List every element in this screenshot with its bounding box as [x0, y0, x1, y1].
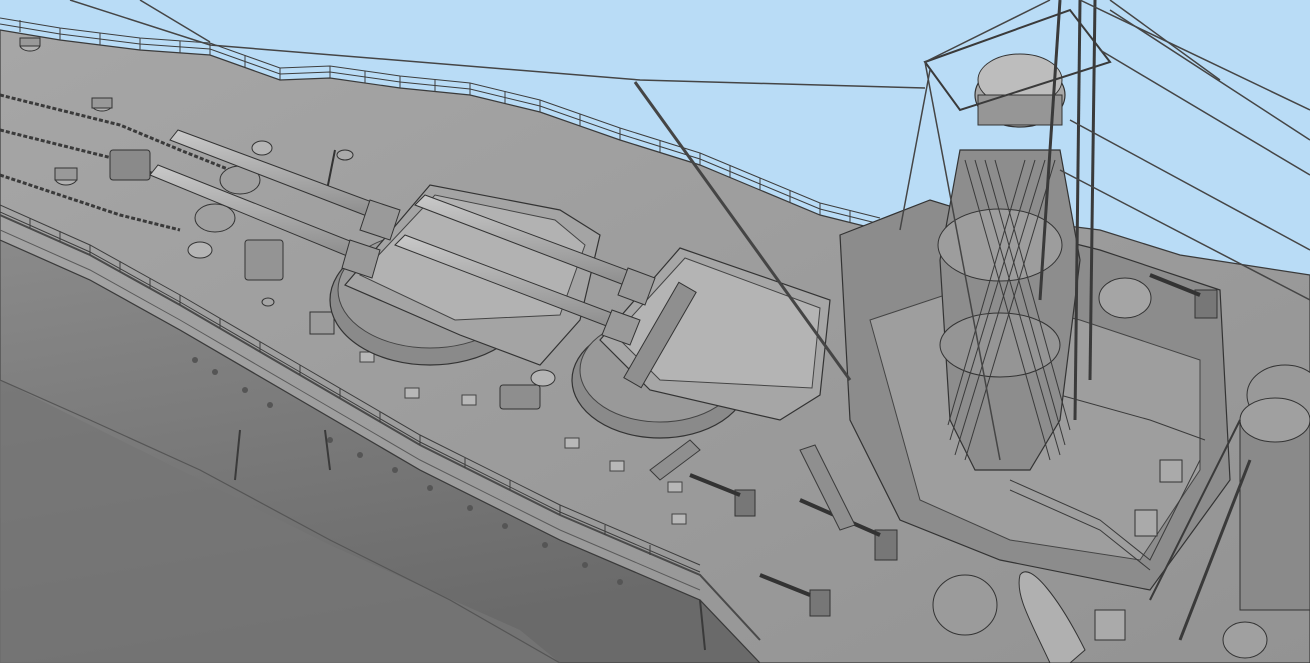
searchlight-1 — [1098, 277, 1152, 319]
ship-render — [0, 0, 1310, 663]
locker-2 — [1159, 459, 1183, 483]
deck-vent — [530, 369, 556, 387]
funnel — [1239, 419, 1310, 611]
locker-1 — [1094, 609, 1126, 641]
funnel-top — [1239, 397, 1310, 443]
model-viewport[interactable] — [0, 0, 1310, 663]
director — [932, 574, 998, 636]
deck-box — [499, 384, 541, 410]
deck-vent-2 — [1222, 621, 1268, 659]
locker-3 — [1134, 509, 1158, 537]
